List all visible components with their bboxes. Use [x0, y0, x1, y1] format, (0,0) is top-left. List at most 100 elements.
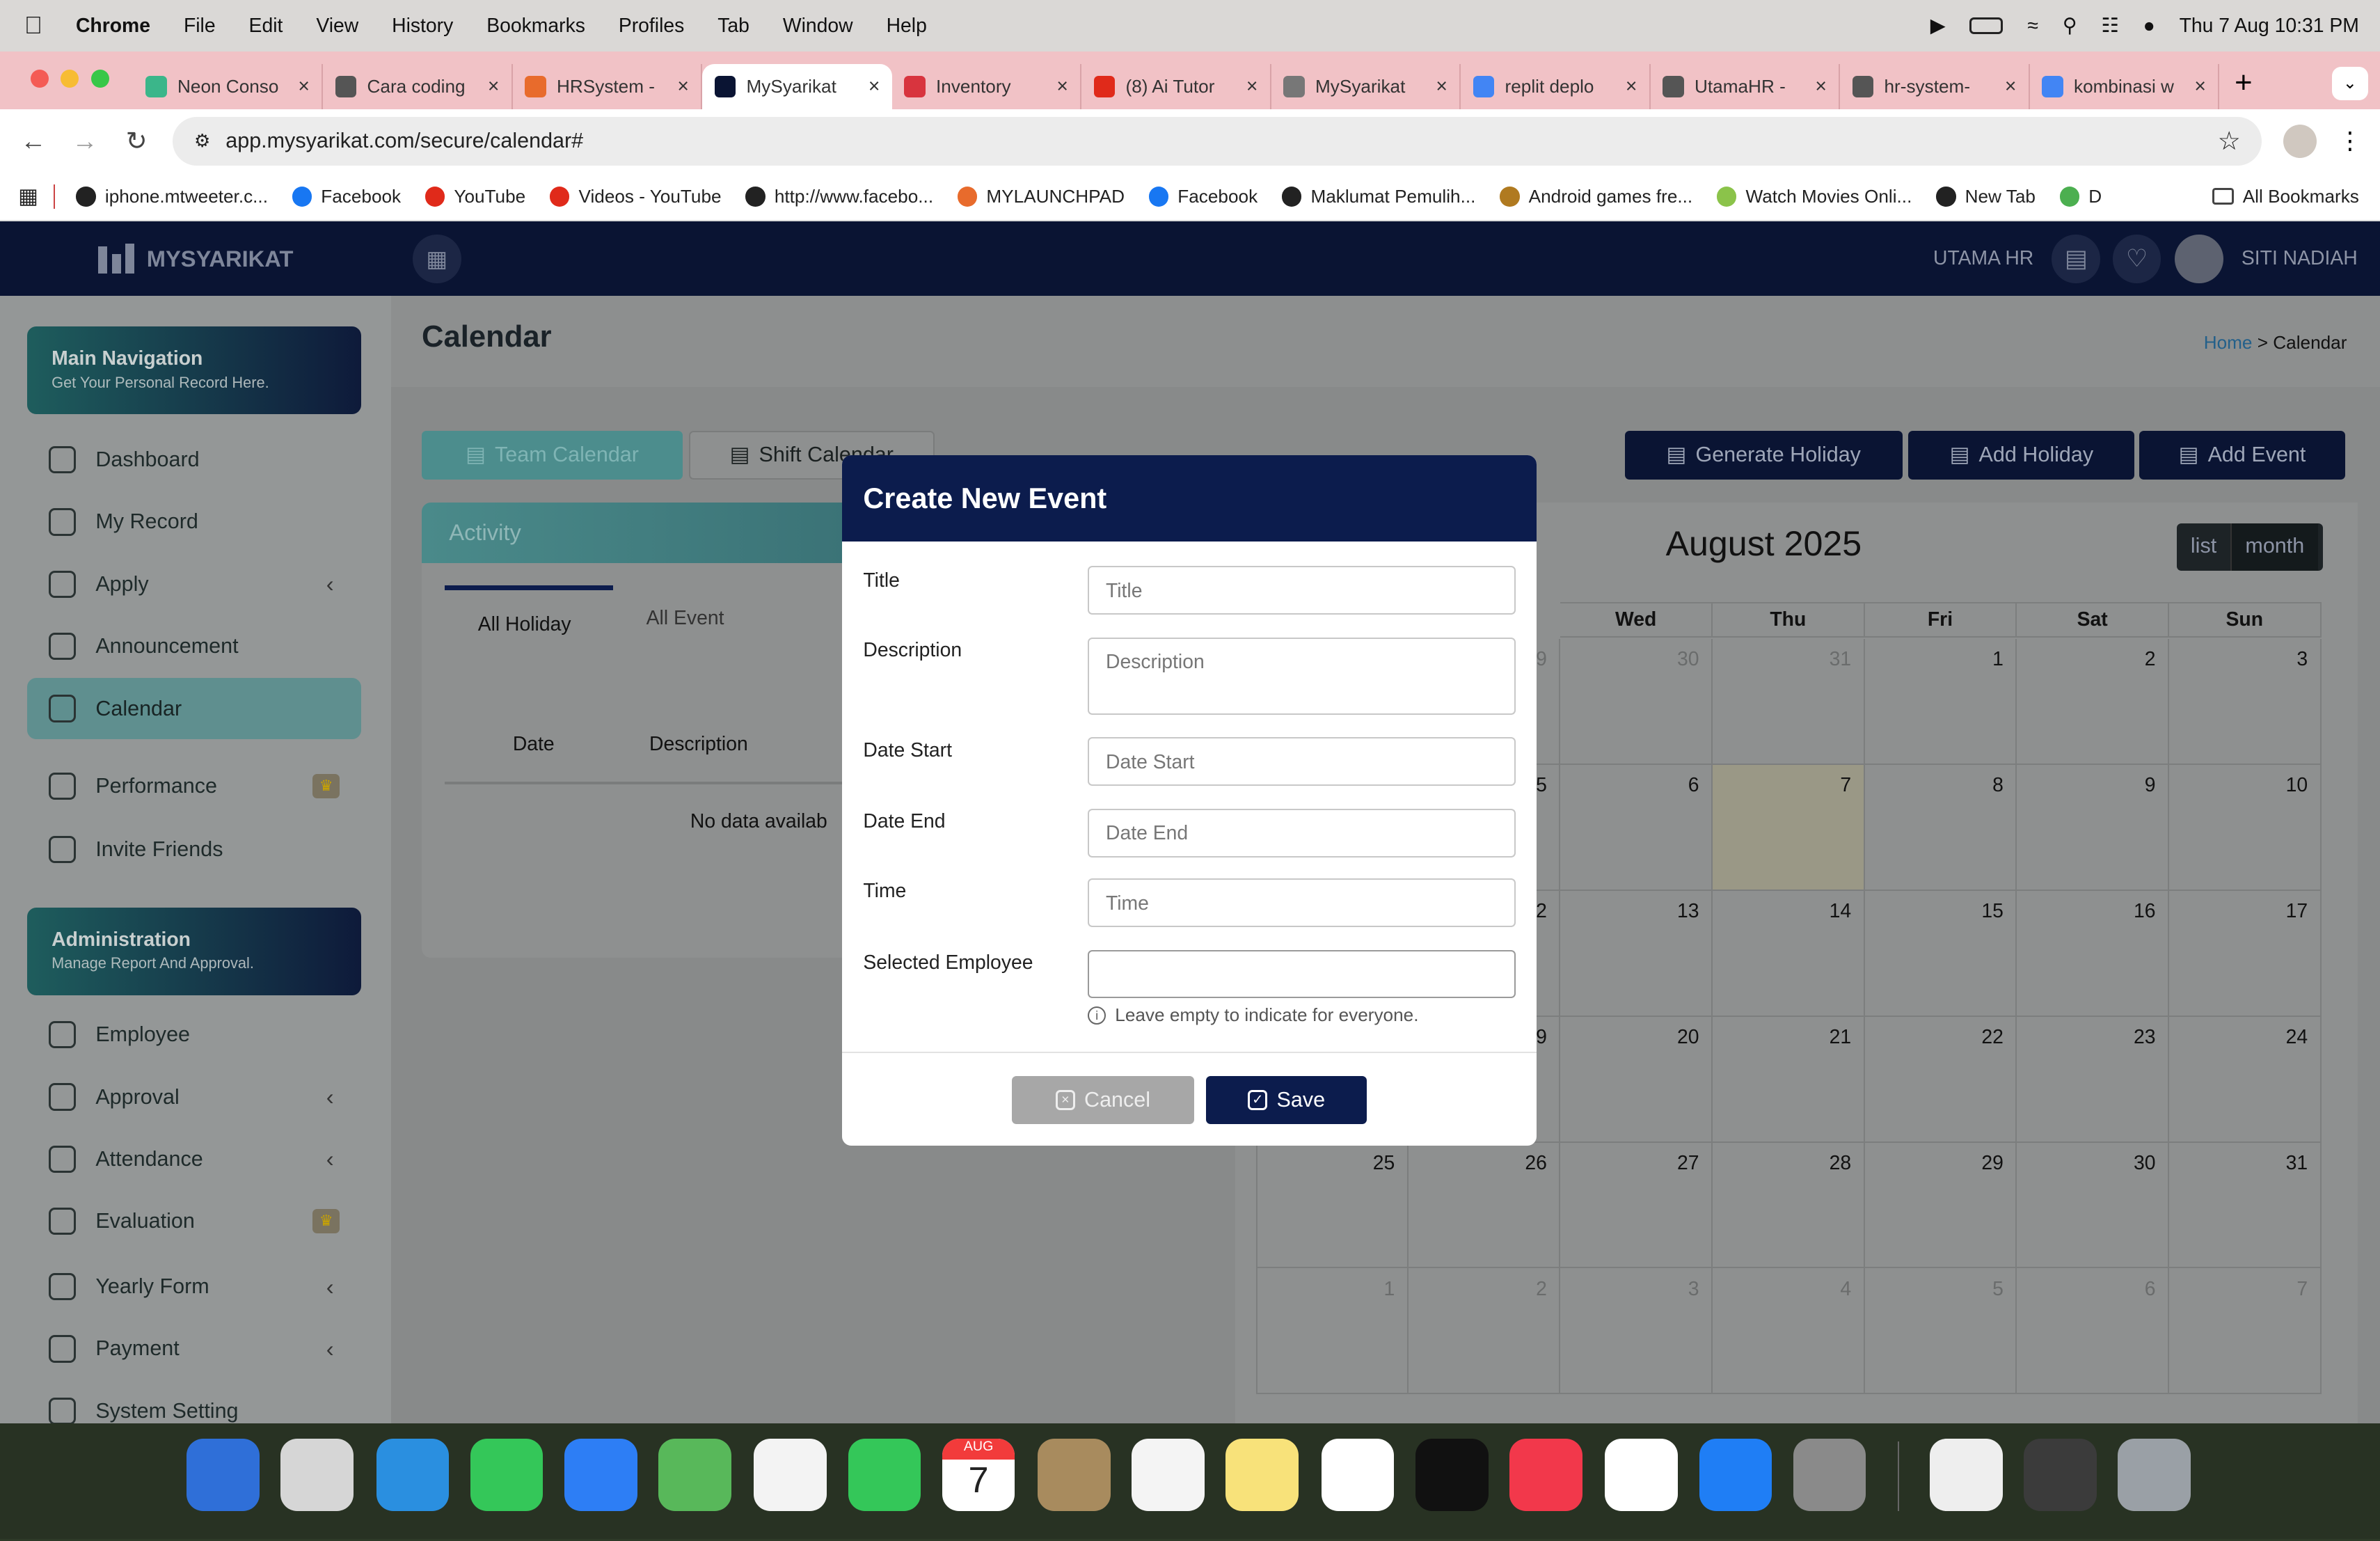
calendar-day-cell[interactable]: 7: [1712, 764, 1865, 891]
calendar-day-cell[interactable]: 26: [1408, 1142, 1561, 1269]
play-icon[interactable]: ▶: [1930, 14, 1946, 38]
calendar-day-cell[interactable]: 8: [1864, 764, 2017, 891]
sidebar-item-attendance[interactable]: Attendance ‹: [27, 1129, 361, 1190]
dock-preview-icon[interactable]: [1929, 1438, 2003, 1512]
menu-help[interactable]: Help: [870, 15, 944, 38]
dock-messages-icon[interactable]: [470, 1438, 544, 1512]
browser-tab[interactable]: hr-system- ×: [1840, 63, 2030, 109]
tab-all-holiday[interactable]: All Holiday: [478, 613, 571, 636]
time-input[interactable]: Time: [1088, 878, 1516, 927]
menu-profiles[interactable]: Profiles: [602, 15, 701, 38]
sidebar-item-performance[interactable]: Performance ♛: [27, 756, 361, 816]
selected-employee-input[interactable]: [1088, 949, 1516, 999]
apple-icon[interactable]: : [0, 12, 59, 40]
calendar-day-cell[interactable]: 21: [1712, 1016, 1865, 1143]
team-calendar-button[interactable]: ▤ Team Calendar: [422, 431, 683, 480]
sidebar-item-yearly-form[interactable]: Yearly Form ‹: [27, 1256, 361, 1317]
calendar-day-cell[interactable]: 17: [2168, 890, 2322, 1017]
calendar-day-cell[interactable]: 22: [1864, 1016, 2017, 1143]
menu-history[interactable]: History: [375, 15, 470, 38]
battery-icon[interactable]: [1969, 17, 2004, 35]
column-description[interactable]: Description: [649, 733, 748, 756]
browser-tab[interactable]: replit deplo ×: [1461, 63, 1651, 109]
company-switch-icon[interactable]: ▤: [2052, 234, 2101, 283]
profile-avatar[interactable]: [2283, 124, 2317, 158]
minimize-window-button[interactable]: [61, 70, 79, 88]
bookmark-item[interactable]: Videos - YouTube: [538, 186, 733, 207]
calendar-day-cell[interactable]: 6: [1560, 764, 1713, 891]
browser-tab[interactable]: (8) Ai Tutor ×: [1081, 63, 1271, 109]
siri-icon[interactable]: ●: [2143, 15, 2155, 38]
bookmark-item[interactable]: Maklumat Pemulih...: [1270, 186, 1488, 207]
tab-close-icon[interactable]: ×: [677, 75, 689, 98]
sidebar-item-apply[interactable]: Apply ‹: [27, 554, 361, 615]
calendar-day-cell[interactable]: 3: [1560, 1268, 1713, 1395]
title-input[interactable]: Title: [1088, 566, 1516, 615]
menu-edit[interactable]: Edit: [232, 15, 300, 38]
browser-tab[interactable]: Cara coding ×: [323, 63, 513, 109]
sidebar-item-evaluation[interactable]: Evaluation ♛: [27, 1191, 361, 1251]
dock-freeform-icon[interactable]: [1321, 1438, 1395, 1512]
dock-mail-icon[interactable]: [564, 1438, 637, 1512]
tab-search-button[interactable]: ⌄: [2331, 66, 2368, 100]
company-name[interactable]: UTAMA HR: [1933, 247, 2033, 270]
calendar-day-cell[interactable]: 27: [1560, 1142, 1713, 1269]
url-bar[interactable]: ⚙ app.mysyarikat.com/secure/calendar# ☆: [173, 116, 2262, 166]
breadcrumb-home[interactable]: Home: [2204, 332, 2253, 353]
column-date[interactable]: Date: [513, 733, 555, 756]
dock-maps-icon[interactable]: [658, 1438, 731, 1512]
chrome-menu-icon[interactable]: ⋮: [2338, 127, 2362, 155]
dock-trash-icon[interactable]: [2118, 1438, 2191, 1512]
notification-bell-icon[interactable]: ♡: [2112, 234, 2161, 283]
dock-facetime-icon[interactable]: [848, 1438, 921, 1512]
new-tab-button[interactable]: +: [2219, 66, 2267, 109]
tab-close-icon[interactable]: ×: [1815, 75, 1827, 98]
calendar-day-cell[interactable]: 28: [1712, 1142, 1865, 1269]
tab-close-icon[interactable]: ×: [868, 75, 880, 98]
menu-file[interactable]: File: [167, 15, 232, 38]
dock-reminders-icon[interactable]: [1132, 1438, 1205, 1512]
dock-photos-icon[interactable]: [754, 1438, 827, 1512]
calendar-day-cell[interactable]: 1: [1864, 638, 2017, 765]
month-view-button[interactable]: month: [2231, 523, 2318, 571]
calendar-day-cell[interactable]: 2: [1408, 1268, 1561, 1395]
tab-close-icon[interactable]: ×: [1626, 75, 1637, 98]
date-start-input[interactable]: Date Start: [1088, 737, 1516, 787]
bookmark-item[interactable]: MYLAUNCHPAD: [946, 186, 1137, 207]
dock-notes-icon[interactable]: [1225, 1438, 1299, 1512]
dock-system-settings-icon[interactable]: [1793, 1438, 1866, 1512]
calendar-day-cell[interactable]: 7: [2168, 1268, 2322, 1395]
tab-close-icon[interactable]: ×: [2194, 75, 2206, 98]
sidebar-item-employee[interactable]: Employee: [27, 1004, 361, 1065]
calendar-day-cell[interactable]: 30: [1560, 638, 1713, 765]
calendar-day-cell[interactable]: 29: [1864, 1142, 2017, 1269]
sidebar-item-calendar[interactable]: Calendar: [27, 678, 361, 739]
calendar-day-cell[interactable]: 30: [2017, 1142, 2169, 1269]
calendar-day-cell[interactable]: 31: [1712, 638, 1865, 765]
bookmark-item[interactable]: Facebook: [1136, 186, 1269, 207]
dock-contacts-icon[interactable]: [1038, 1438, 1111, 1512]
tab-close-icon[interactable]: ×: [1246, 75, 1258, 98]
calendar-day-cell[interactable]: 10: [2168, 764, 2322, 891]
app-menu[interactable]: Chrome: [59, 15, 167, 38]
calendar-day-cell[interactable]: 5: [1864, 1268, 2017, 1395]
sidebar-item-approval[interactable]: Approval ‹: [27, 1067, 361, 1128]
apps-menu-button[interactable]: ▦: [412, 234, 461, 283]
description-input[interactable]: Description: [1088, 637, 1516, 715]
sidebar-item-announcement[interactable]: Announcement: [27, 616, 361, 677]
all-bookmarks[interactable]: All Bookmarks: [2212, 186, 2380, 207]
dock-safari-icon[interactable]: [376, 1438, 450, 1512]
browser-tab[interactable]: Inventory ×: [892, 63, 1082, 109]
bookmark-item[interactable]: YouTube: [413, 186, 538, 207]
calendar-day-cell[interactable]: 2: [2017, 638, 2169, 765]
dock-tv-icon[interactable]: [1415, 1438, 1489, 1512]
forward-button[interactable]: →: [70, 126, 100, 156]
wifi-icon[interactable]: ≈: [2027, 15, 2038, 38]
calendar-day-cell[interactable]: 3: [2168, 638, 2322, 765]
dock-finder-icon[interactable]: [187, 1438, 260, 1512]
url-text[interactable]: app.mysyarikat.com/secure/calendar#: [225, 129, 583, 153]
dock-music-icon[interactable]: [1509, 1438, 1582, 1512]
back-button[interactable]: ←: [18, 126, 49, 156]
dock-calendar-icon[interactable]: AUG 7: [942, 1438, 1015, 1512]
menu-view[interactable]: View: [299, 15, 375, 38]
